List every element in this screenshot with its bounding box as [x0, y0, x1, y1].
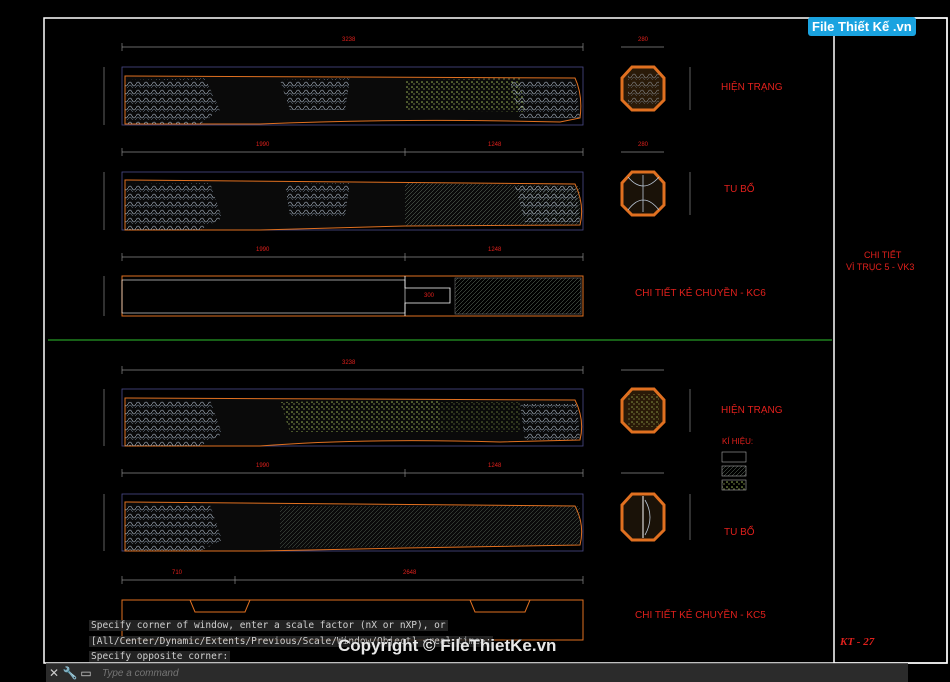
detail-title-kc5: CHI TIẾT KẺ CHUYỀN - KC5	[635, 610, 766, 621]
detail-title-kc6: CHI TIẾT KẺ CHUYỀN - KC6	[635, 288, 766, 299]
section-bottom-existing	[620, 387, 666, 434]
beam-bottom-restored	[121, 493, 584, 552]
command-prompt-icon[interactable]: ▭	[78, 665, 94, 681]
label-top-restored: TU BỔ	[724, 184, 755, 195]
sheet-number: KT - 27	[840, 636, 875, 648]
dim-top-total: 3238	[342, 37, 356, 43]
logo-mark: File Thiết Kế .vn	[808, 16, 916, 36]
dim-top-tenon: 300	[424, 293, 435, 299]
drawing-canvas[interactable]	[0, 0, 950, 681]
dim-bottom-right: 2648	[403, 570, 417, 576]
label-bottom-restored: TU BỔ	[724, 527, 755, 538]
legend-swatches	[721, 451, 747, 491]
title-block-line2: VÌ TRỤC 5 - VK3	[846, 262, 915, 272]
dim-top-profile-w: 280	[638, 37, 649, 43]
dim-bottom-total: 3238	[342, 360, 356, 366]
beam-bottom-existing	[121, 388, 584, 447]
dim-top-split-left: 1990	[256, 142, 270, 148]
wrench-icon[interactable]: 🔧	[62, 665, 78, 681]
close-icon[interactable]: ✕	[46, 665, 62, 681]
legend-title: KÍ HIỆU:	[722, 437, 754, 446]
dim-top-split-right: 1248	[488, 142, 502, 148]
filethietke-logo: File Thiết Kế .vn	[808, 12, 920, 40]
dim-top-detail-left: 1990	[256, 247, 270, 253]
beam-top-detail	[121, 275, 584, 317]
section-top-restored	[620, 170, 666, 217]
command-input[interactable]	[100, 665, 908, 681]
label-bottom-existing: HIỆN TRẠNG	[721, 405, 783, 416]
beam-top-restored	[121, 171, 584, 231]
command-history-line-3: Specify opposite corner:	[89, 651, 231, 662]
title-block-line1: CHI TIẾT	[864, 250, 902, 260]
dim-bottom-left: 710	[172, 570, 183, 576]
dim-top-profile-w2: 280	[638, 142, 649, 148]
dim-bottom-split-right: 1248	[488, 463, 502, 469]
section-top-existing	[620, 65, 666, 112]
copyright-watermark: Copyright © FileThietKe.vn	[338, 636, 557, 655]
command-bar: ✕ 🔧 ▭	[46, 663, 908, 682]
label-top-existing: HIỆN TRẠNG	[721, 82, 783, 93]
dim-top-detail-right: 1248	[488, 247, 502, 253]
beam-top-existing	[121, 66, 584, 126]
section-bottom-restored	[620, 492, 666, 542]
command-history-line-1: Specify corner of window, enter a scale …	[89, 620, 448, 631]
title-block-frame	[833, 17, 948, 664]
dim-bottom-split-left: 1990	[256, 463, 270, 469]
